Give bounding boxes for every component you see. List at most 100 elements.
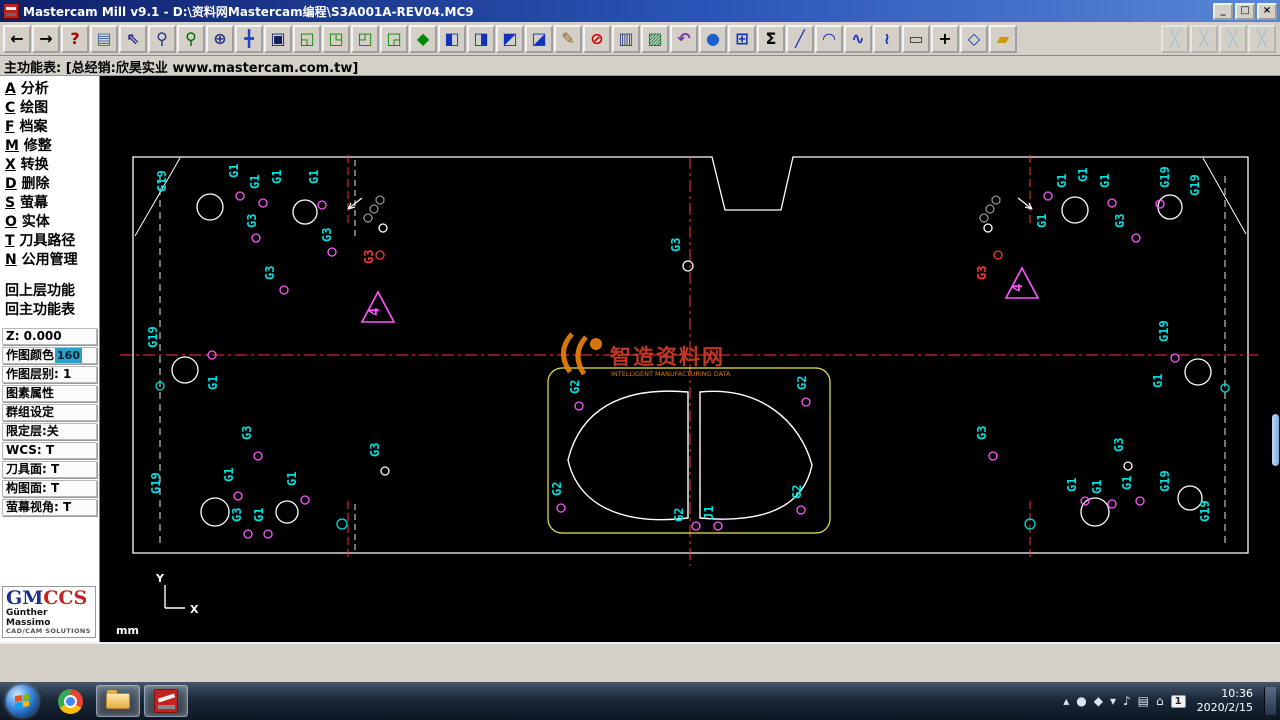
zoom-in-icon[interactable]: ⚲ [177,24,205,53]
cplane-side-icon[interactable]: ◩ [496,24,524,53]
gview-front-icon[interactable]: ◰ [351,24,379,53]
cad-label: G1 [252,508,266,522]
delete-icon[interactable]: ⊘ [583,24,611,53]
network-icon[interactable]: ▤ [1138,694,1149,708]
sidebar-item-xform[interactable]: X 转换 [0,156,99,175]
line-icon[interactable]: ╱ [786,24,814,53]
sidebar-wcs[interactable]: WCS: T [2,442,97,459]
volume-icon[interactable]: ♪ [1123,694,1131,708]
sidebar-item-delete[interactable]: D 删除 [0,175,99,194]
sidebar-level-mask[interactable]: 限定层:关 [2,423,97,440]
cad-circle [1107,198,1117,208]
safely-remove-icon[interactable]: ⌂ [1156,694,1164,708]
windows-flag-icon [15,694,29,708]
taskbar-clock[interactable]: 10:36 2020/2/15 [1197,687,1253,716]
spline-icon[interactable]: ≀ [873,24,901,53]
globe-icon[interactable]: ● [699,24,727,53]
cad-label: G3 [669,238,683,252]
gview-iso-icon[interactable]: ◆ [409,24,437,53]
cplane-front-icon[interactable]: ◨ [467,24,495,53]
sidebar-item-file[interactable]: F 档案 [0,118,99,137]
repaint-icon[interactable]: ▣ [264,24,292,53]
cplane-iso-icon[interactable]: ◪ [525,24,553,53]
undo-icon[interactable]: ↶ [670,24,698,53]
paste-screen-icon[interactable]: ▨ [641,24,669,53]
plus-icon[interactable]: + [931,24,959,53]
zoom-window-icon[interactable]: ⚲ [148,24,176,53]
rectangle-icon[interactable]: ▭ [902,24,930,53]
cad-circle [235,191,245,201]
show-desktop-button[interactable] [1264,686,1276,716]
sidebar-attributes[interactable]: 图素属性 [2,385,97,402]
hidden-icons-icon[interactable]: ▴ [1063,694,1069,708]
sidebar-gview[interactable]: 萤幕视角: T [2,499,97,516]
gview-side-icon[interactable]: ◲ [380,24,408,53]
sidebar-item-backup[interactable]: 回上层功能 [0,282,99,301]
sidebar-item-analyze[interactable]: A 分析 [0,80,99,99]
sidebar-tplane[interactable]: 刀具面: T [2,461,97,478]
sidebar-item-main-menu[interactable]: 回主功能表 [0,301,99,320]
cad-label: G2 [568,380,582,394]
cplane-top-icon[interactable]: ◧ [438,24,466,53]
trim-2-icon: ╳ [1190,24,1218,53]
analyze-cursor-icon[interactable]: ⇖ [119,24,147,53]
cad-label: G2 [790,485,804,499]
cad-circle [317,200,327,210]
tray-app-2-icon[interactable]: ◆ [1094,694,1103,708]
curve-icon[interactable]: ∿ [844,24,872,53]
sidebar-cplane[interactable]: 构图面: T [2,480,97,497]
ime-badge[interactable]: 1 [1170,694,1186,708]
taskbar-app-browser[interactable] [48,685,92,717]
copy-screen-icon[interactable]: ▥ [612,24,640,53]
cad-label: G2 [672,508,686,522]
cad-circle [378,223,388,233]
sidebar-item-solids[interactable]: O 实体 [0,213,99,232]
unit-label: mm [116,624,139,637]
cad-label: G3 [230,508,244,522]
cad-label: G1 [1035,214,1049,228]
arc-icon[interactable]: ◠ [815,24,843,53]
notepad-icon[interactable]: ▤ [90,24,118,53]
back-arrow-icon[interactable]: ← [3,24,31,53]
sidebar-item-toolpaths[interactable]: T 刀具路径 [0,232,99,251]
sidebar-color[interactable]: 作图颜色 160 [2,347,97,364]
gview-top-icon[interactable]: ◳ [322,24,350,53]
sidebar-groups[interactable]: 群组设定 [2,404,97,421]
cad-circle [983,223,993,233]
sidebar-item-screen[interactable]: S 萤幕 [0,194,99,213]
forward-arrow-icon[interactable]: → [32,24,60,53]
help-icon[interactable]: ? [61,24,89,53]
pan-fit-icon[interactable]: ╋ [235,24,263,53]
start-button[interactable] [6,685,38,717]
maximize-button[interactable]: □ [1235,2,1255,20]
sidebar-item-nc-utils[interactable]: N 公用管理 [0,251,99,270]
cad-drawing[interactable]: G19 G1 G1 G1 G1 G3 G3 G3 G3 4 G3 G1 G1 G1 G1 G3 G19 G19 G3… [100,76,1280,642]
tray-app-1-icon[interactable]: ● [1076,694,1086,708]
folder-icon[interactable]: ▰ [989,24,1017,53]
taskbar-app-mastercam[interactable] [144,685,188,717]
cad-label: G1 [1076,168,1090,182]
sidebar-z-depth[interactable]: Z: 0.000 [2,328,97,345]
cad-label: G3 [245,214,259,228]
cad-label: G2 [795,376,809,390]
cad-label: G19 [155,170,169,192]
cad-label: G3 [975,426,989,440]
sigma-icon[interactable]: Σ [757,24,785,53]
cad-circle [713,521,723,531]
cad-label: G3 [975,266,989,280]
pencil-icon[interactable]: ✎ [554,24,582,53]
screen-plus-icon[interactable]: ⊞ [728,24,756,53]
cad-label: G19 [1198,500,1212,522]
close-button[interactable]: × [1257,2,1277,20]
fit-screen-icon[interactable]: ◱ [293,24,321,53]
input-indicator-icon[interactable]: ▾ [1110,694,1116,708]
sidebar-item-create[interactable]: C 绘图 [0,99,99,118]
drawing-canvas[interactable]: G19 G1 G1 G1 G1 G3 G3 G3 G3 4 G3 G1 G1 G1 G1 G3 G19 G19 G3… [100,76,1280,642]
zoom-scale-icon[interactable]: ⊕ [206,24,234,53]
minimize-button[interactable]: _ [1213,2,1233,20]
sidebar-item-modify[interactable]: M 修整 [0,137,99,156]
vertical-scrollbar[interactable] [1272,414,1279,466]
taskbar-app-explorer[interactable] [96,685,140,717]
chamfer-icon[interactable]: ◇ [960,24,988,53]
sidebar-level[interactable]: 作图层别: 1 [2,366,97,383]
